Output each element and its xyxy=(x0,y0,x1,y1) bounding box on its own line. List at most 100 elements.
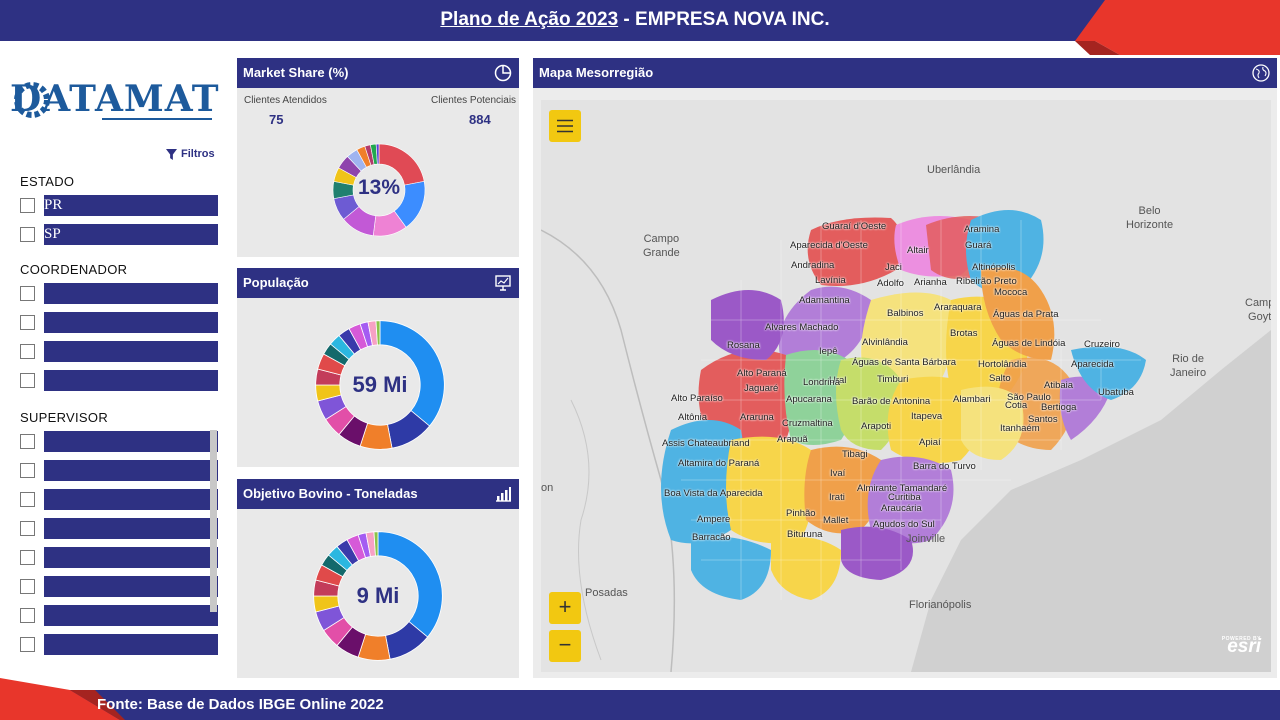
supervisor-option-label xyxy=(44,605,218,626)
map-municipality-label: Altônia xyxy=(678,412,708,423)
map-menu-button[interactable] xyxy=(549,110,581,142)
page-title: Plano de Ação 2023 - EMPRESA NOVA INC. xyxy=(440,9,830,30)
supervisor-option[interactable] xyxy=(20,605,218,626)
supervisor-option-label xyxy=(44,518,218,539)
map-municipality-label: Londrina xyxy=(803,377,840,388)
coordenador-option[interactable] xyxy=(20,341,218,362)
map-place-florianopolis: Florianópolis xyxy=(909,599,972,611)
map-municipality-label: Balbinos xyxy=(887,308,924,319)
estado-option-sp[interactable]: SP xyxy=(20,224,218,245)
populacao-title: População xyxy=(237,268,519,298)
supervisor-option[interactable] xyxy=(20,460,218,481)
supervisor-option[interactable] xyxy=(20,634,218,655)
estado-label: ESTADO xyxy=(20,174,75,189)
map-municipality-label: Aparecida xyxy=(1071,359,1114,370)
supervisor-option-label xyxy=(44,547,218,568)
map-municipality-label: Araruna xyxy=(740,412,774,423)
map-canvas[interactable]: Uberlândia Belo Horizonte Campo Grande R… xyxy=(541,100,1271,672)
checkbox[interactable] xyxy=(20,344,35,359)
clientes-atendidos-value: 75 xyxy=(269,112,284,127)
pie-chart-icon xyxy=(494,64,512,82)
map-regions xyxy=(541,210,1271,672)
map-municipality-label: Aparecida d'Oeste xyxy=(790,240,868,251)
map-municipality-label: Guará xyxy=(965,240,992,251)
map-place-rio-de-janeiro: Rio de Janeiro xyxy=(1170,353,1207,379)
clientes-potenciais-label: Clientes Potenciais xyxy=(431,95,517,106)
checkbox[interactable] xyxy=(20,463,35,478)
supervisor-label: SUPERVISOR xyxy=(20,410,109,425)
map-municipality-label: Ubatuba xyxy=(1098,387,1134,398)
checkbox[interactable] xyxy=(20,637,35,652)
map-municipality-label: Mallet xyxy=(823,515,849,526)
supervisor-scrollbar[interactable] xyxy=(210,430,217,612)
map-card: Mapa Mesorregião Uberlândia Belo Horizon… xyxy=(533,58,1277,678)
map-municipality-label: Altair xyxy=(907,245,929,256)
checkbox[interactable] xyxy=(20,315,35,330)
map-municipality-label: Itapeva xyxy=(911,411,943,422)
checkbox[interactable] xyxy=(20,579,35,594)
checkbox[interactable] xyxy=(20,492,35,507)
supervisor-option[interactable] xyxy=(20,518,218,539)
map-municipality-label: Iepê xyxy=(819,346,838,357)
map-municipality-label: Curitiba xyxy=(888,492,921,503)
bovino-card: Objetivo Bovino - Toneladas 9 Mi xyxy=(237,479,519,678)
checkbox[interactable] xyxy=(20,550,35,565)
map-municipality-label: Timburi xyxy=(877,374,909,385)
bovino-title: Objetivo Bovino - Toneladas xyxy=(237,479,519,509)
checkbox[interactable] xyxy=(20,227,35,242)
map-place-belo-horizonte: Belo Horizonte xyxy=(1126,205,1174,231)
map-municipality-label: Alvinlândia xyxy=(862,337,908,348)
map-municipality-label: Atibaia xyxy=(1044,380,1074,391)
map-municipality-label: Itanhaém xyxy=(1000,423,1040,434)
supervisor-option[interactable] xyxy=(20,547,218,568)
coordenador-option[interactable] xyxy=(20,370,218,391)
estado-option-label: SP xyxy=(44,224,218,245)
map-municipality-label: Araucária xyxy=(881,503,922,514)
coordenador-option-label xyxy=(44,283,218,304)
map-municipality-label: Ribeirão Preto xyxy=(956,276,1017,287)
checkbox[interactable] xyxy=(20,434,35,449)
supervisor-option[interactable] xyxy=(20,576,218,597)
clientes-atendidos-label: Clientes Atendidos xyxy=(244,95,327,106)
map-municipality-label: Barracão xyxy=(692,532,731,543)
coordenador-option-label xyxy=(44,370,218,391)
map-municipality-label: Guaraí d'Oeste xyxy=(822,221,887,232)
coordenador-label: COORDENADOR xyxy=(20,262,128,277)
supervisor-option[interactable] xyxy=(20,431,218,452)
zoom-out-button[interactable]: − xyxy=(549,630,581,662)
bar-chart-icon xyxy=(496,487,511,502)
map-title: Mapa Mesorregião xyxy=(533,58,1277,88)
filters-button-label: Filtros xyxy=(181,148,215,160)
map-municipality-label: Irati xyxy=(829,492,845,503)
map-municipality-label: Assis Chateaubriand xyxy=(662,438,750,449)
map-municipality-label: Arapuã xyxy=(777,434,808,445)
map-municipality-label: Adolfo xyxy=(877,278,904,289)
filters-button[interactable]: Filtros xyxy=(166,148,215,160)
checkbox[interactable] xyxy=(20,373,35,388)
market-share-center-value: 13% xyxy=(357,176,401,199)
presentation-chart-icon xyxy=(495,275,511,291)
checkbox[interactable] xyxy=(20,608,35,623)
map-municipality-label: Águas da Prata xyxy=(993,309,1059,320)
logo-underline xyxy=(102,118,212,120)
zoom-in-button[interactable]: + xyxy=(549,592,581,624)
map-municipality-label: Arapoti xyxy=(861,421,892,432)
coordenador-option[interactable] xyxy=(20,312,218,333)
footer-source: Fonte: Base de Dados IBGE Online 2022 xyxy=(97,696,384,713)
map-place-joinville: Joinville xyxy=(906,533,946,545)
datamat-logo: DATAMAT xyxy=(10,74,225,122)
coordenador-option-label xyxy=(44,312,218,333)
checkbox[interactable] xyxy=(20,521,35,536)
hamburger-icon xyxy=(557,119,573,133)
estado-option-pr[interactable]: PR xyxy=(20,195,218,216)
globe-icon xyxy=(1252,64,1270,82)
map-municipality-label: Barra do Turvo xyxy=(913,461,976,472)
checkbox[interactable] xyxy=(20,198,35,213)
map-municipality-label: Rosana xyxy=(727,340,760,351)
supervisor-option[interactable] xyxy=(20,489,218,510)
map-municipality-label: Altinópolis xyxy=(972,262,1016,273)
coordenador-option[interactable] xyxy=(20,283,218,304)
map-municipality-label: Barão de Antonina xyxy=(852,396,931,407)
map-municipality-label: Bituruna xyxy=(787,529,823,540)
checkbox[interactable] xyxy=(20,286,35,301)
